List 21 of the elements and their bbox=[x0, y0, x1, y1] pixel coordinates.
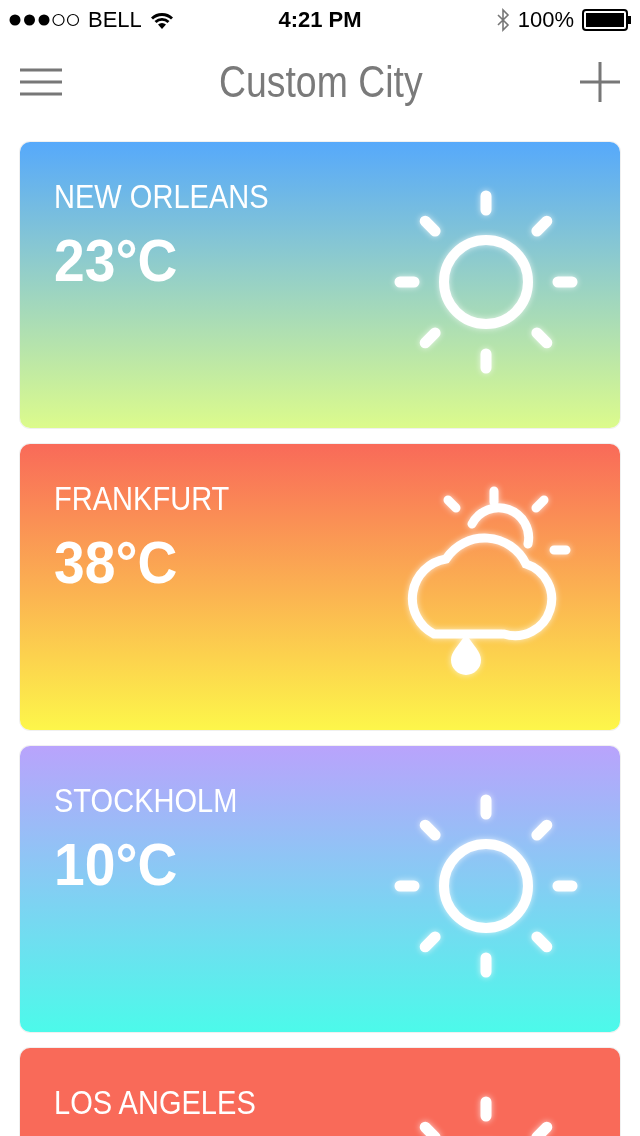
temperature: 10°C bbox=[54, 830, 178, 899]
add-button[interactable] bbox=[580, 62, 620, 102]
battery-percent: 100% bbox=[517, 7, 574, 33]
weather-card[interactable]: FRANKFURT 38°C bbox=[20, 444, 620, 730]
temperature: 23°C bbox=[54, 226, 178, 295]
signal-icon bbox=[8, 13, 80, 27]
bluetooth-icon bbox=[495, 8, 510, 32]
weather-card[interactable]: NEW ORLEANS 23°C bbox=[20, 142, 620, 428]
weather-card[interactable]: LOS ANGELES bbox=[20, 1048, 620, 1136]
page-title: Custom City bbox=[219, 57, 423, 107]
carrier-name: BELL bbox=[88, 7, 142, 33]
city-name: NEW ORLEANS bbox=[54, 178, 269, 216]
weather-card[interactable]: STOCKHOLM 10°C bbox=[20, 746, 620, 1032]
city-name: FRANKFURT bbox=[54, 480, 230, 518]
city-name: LOS ANGELES bbox=[54, 1084, 256, 1122]
clock-time: 4:21 PM bbox=[278, 7, 362, 33]
temperature: 38°C bbox=[54, 528, 178, 597]
menu-button[interactable] bbox=[20, 67, 62, 97]
battery-icon bbox=[582, 9, 632, 31]
wifi-icon bbox=[149, 11, 174, 29]
city-name: STOCKHOLM bbox=[54, 782, 238, 820]
